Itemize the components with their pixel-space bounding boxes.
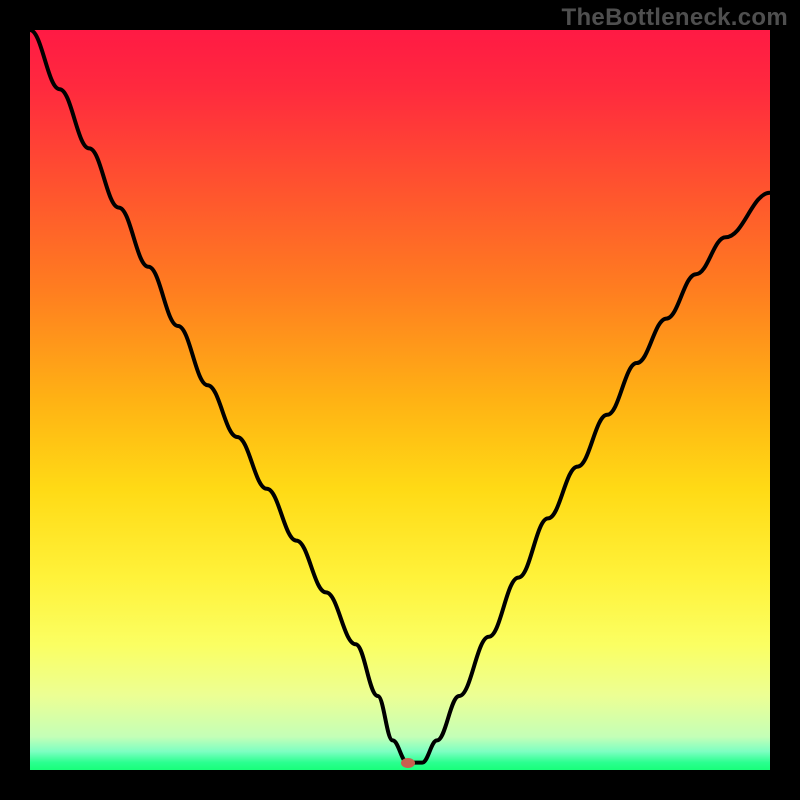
gradient-bg xyxy=(30,30,770,770)
plot-area xyxy=(30,30,770,770)
chart-svg xyxy=(30,30,770,770)
watermark-text: TheBottleneck.com xyxy=(562,4,788,32)
chart-frame: TheBottleneck.com xyxy=(0,0,800,800)
optimum-marker xyxy=(401,758,415,768)
